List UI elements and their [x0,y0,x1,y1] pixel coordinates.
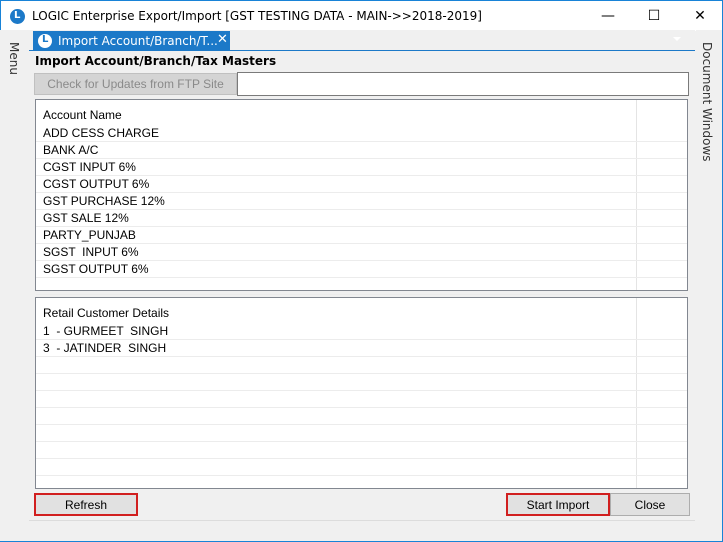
tab-logo-icon [38,34,52,48]
close-button[interactable]: Close [610,493,690,516]
customers-grid[interactable]: Retail Customer Details 1 - GURMEET SING… [35,297,688,489]
table-row[interactable] [36,425,687,442]
table-row[interactable] [36,374,687,391]
maximize-button[interactable]: ☐ [631,1,677,31]
divider [29,520,695,521]
menu-side-panel[interactable] [0,30,29,541]
customers-rows: 1 - GURMEET SINGH 3 - JATINDER SINGH [36,323,687,476]
menu-panel-label[interactable]: Menu [7,42,21,75]
start-import-button[interactable]: Start Import [506,493,610,516]
table-row[interactable]: ADD CESS CHARGE [36,125,687,142]
ftp-status-field[interactable] [237,72,689,96]
table-row[interactable]: SGST INPUT 6% [36,244,687,261]
table-row[interactable] [36,459,687,476]
section-title: Import Account/Branch/Tax Masters [35,54,277,68]
document-windows-label[interactable]: Document Windows [700,42,714,162]
minimize-button[interactable]: — [585,1,631,31]
tab-label: Import Account/Branch/T... [58,34,218,48]
table-row[interactable] [36,442,687,459]
table-row[interactable]: PARTY_PUNJAB [36,227,687,244]
tab-close-icon[interactable]: ✕ [217,32,228,47]
table-row[interactable]: GST PURCHASE 12% [36,193,687,210]
check-ftp-updates-button[interactable]: Check for Updates from FTP Site [34,73,237,95]
customers-column-header[interactable]: Retail Customer Details [43,306,169,320]
app-logo-icon [10,9,25,24]
table-row[interactable]: GST SALE 12% [36,210,687,227]
table-row[interactable]: BANK A/C [36,142,687,159]
minimize-icon: — [601,8,615,24]
accounts-grid[interactable]: Account Name ADD CESS CHARGE BANK A/C CG… [35,99,688,295]
tab-dropdown-icon[interactable] [673,37,681,41]
table-row[interactable]: 3 - JATINDER SINGH [36,340,687,357]
table-row[interactable]: CGST INPUT 6% [36,159,687,176]
close-icon: ✕ [694,8,706,24]
table-row[interactable] [36,408,687,425]
close-window-button[interactable]: ✕ [677,1,723,31]
table-row[interactable] [36,278,687,295]
table-row[interactable]: SGST OUTPUT 6% [36,261,687,278]
table-row[interactable] [36,357,687,374]
accounts-column-header[interactable]: Account Name [43,108,122,122]
table-row[interactable] [36,391,687,408]
maximize-icon: ☐ [647,8,661,24]
refresh-button[interactable]: Refresh [34,493,138,516]
accounts-rows: ADD CESS CHARGE BANK A/C CGST INPUT 6% C… [36,125,687,295]
document-tabstrip: Import Account/Branch/T... ✕ [29,31,695,51]
title-bar[interactable]: LOGIC Enterprise Export/Import [GST TEST… [1,1,722,31]
table-row[interactable]: CGST OUTPUT 6% [36,176,687,193]
table-row[interactable]: 1 - GURMEET SINGH [36,323,687,340]
tab-import-account[interactable]: Import Account/Branch/T... ✕ [33,31,230,51]
window-title: LOGIC Enterprise Export/Import [GST TEST… [32,9,482,23]
